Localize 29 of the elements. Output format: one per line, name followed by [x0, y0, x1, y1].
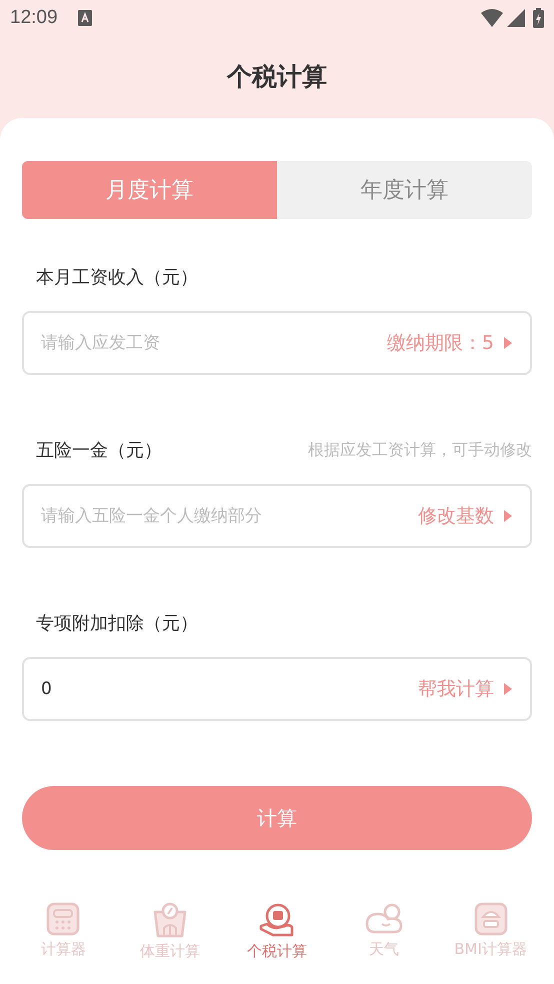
tab[interactable]: 年度计算 [277, 161, 532, 219]
field-label: 本月工资收入（元） [36, 266, 198, 290]
caret-icon [504, 683, 512, 695]
field-action-link[interactable]: 帮我计算 [418, 673, 494, 705]
cloud-icon [364, 902, 403, 936]
field-label: 专项附加扣除（元） [36, 612, 198, 636]
caret-icon [504, 510, 512, 522]
field-action-link[interactable]: 修改基数 [418, 500, 494, 532]
nav-tab[interactable]: 个税计算 [226, 902, 327, 962]
body-scale-icon [474, 902, 508, 936]
page-title: 个税计算 [227, 61, 327, 94]
keyboard-icon [78, 10, 92, 26]
calculate-button[interactable]: 计算 [22, 786, 532, 850]
nav-tab[interactable]: 体重计算 [120, 902, 220, 962]
signal-icon [507, 9, 525, 27]
status-time: 12:09 [10, 6, 58, 30]
field-action-link[interactable]: 缴纳期限：5 [386, 327, 494, 359]
caret-icon [504, 337, 512, 349]
nav-tab[interactable]: 计算器 [13, 902, 114, 962]
wifi-icon [481, 9, 503, 27]
tab[interactable]: 月度计算 [22, 161, 277, 219]
hand-coin-icon [258, 902, 295, 938]
scale-icon [152, 902, 188, 938]
nav-tab[interactable]: BMI计算器 [440, 902, 541, 962]
calculator-icon [46, 902, 80, 936]
field-label: 五险一金（元） [36, 438, 162, 462]
field-hint: 根据应发工资计算，可手动修改 [308, 439, 532, 461]
battery-icon [533, 8, 544, 28]
nav-tab[interactable]: 天气 [334, 902, 434, 962]
